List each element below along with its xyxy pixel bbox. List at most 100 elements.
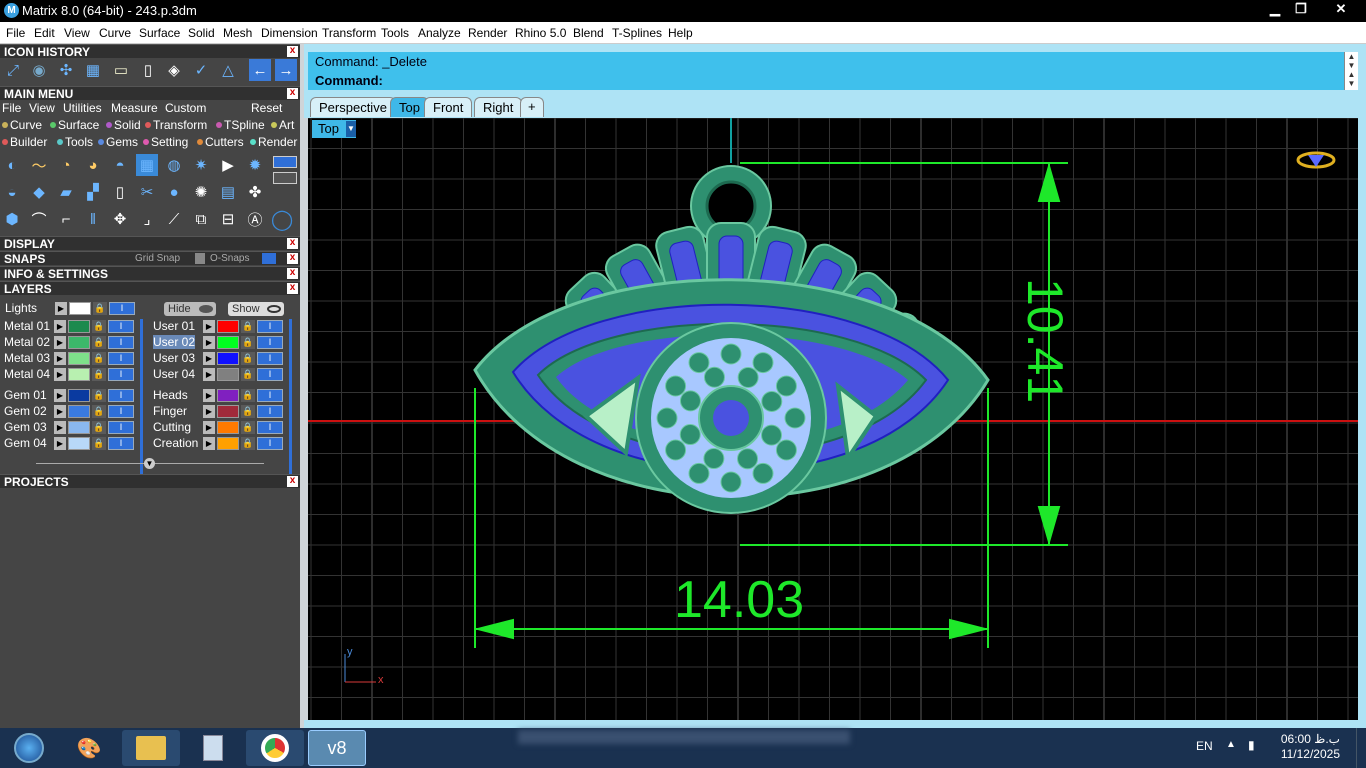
fillet-tool-icon[interactable]: ⌐ — [55, 208, 77, 230]
expand-arrow-icon[interactable]: ▶ — [203, 368, 215, 381]
circle-tool-icon[interactable]: ◯ — [271, 208, 293, 231]
layer-color-swatch[interactable] — [68, 336, 90, 349]
layer-name[interactable]: Gem 04 — [4, 436, 47, 450]
dropdown-arrow-icon[interactable]: ▼ — [346, 121, 356, 137]
main-menu-header[interactable]: MAIN MENU x — [0, 86, 300, 101]
move-tool-icon[interactable]: ✥ — [109, 208, 131, 230]
close-icon[interactable]: x — [287, 238, 298, 249]
layer-color-swatch[interactable] — [68, 421, 90, 434]
panel-splitter[interactable] — [300, 44, 308, 728]
expand-arrow-icon[interactable]: ▶ — [203, 405, 215, 418]
show-desktop-button[interactable] — [1356, 728, 1366, 768]
menu-rhino[interactable]: Rhino 5.0 — [515, 26, 566, 40]
lock-icon[interactable]: 🔒 — [92, 320, 106, 333]
lock-icon[interactable]: 🔒 — [92, 352, 106, 365]
layer-color-swatch[interactable] — [68, 368, 90, 381]
lock-icon[interactable]: 🔒 — [241, 368, 255, 381]
layer-row[interactable]: Creation ▶ 🔒 I — [153, 436, 288, 451]
layer-row[interactable]: Gem 02 ▶ 🔒 I — [4, 404, 139, 419]
mm-file[interactable]: File — [2, 101, 21, 115]
layer-visibility-toggle[interactable]: I — [108, 320, 134, 333]
matrix-app-button[interactable]: v8 — [308, 730, 366, 766]
menu-surface[interactable]: Surface — [139, 26, 180, 40]
prong-tool-icon[interactable]: ✷ — [190, 154, 212, 176]
layer-color-swatch[interactable] — [217, 437, 239, 450]
tab-right[interactable]: Right — [474, 97, 523, 117]
snaps-header[interactable]: SNAPS Grid Snap O-Snaps x — [0, 251, 300, 266]
expand-arrow-icon[interactable]: ▶ — [54, 368, 66, 381]
menu-tools[interactable]: Tools — [381, 26, 409, 40]
explorer-button[interactable] — [122, 730, 180, 766]
layer-visibility-toggle[interactable]: I — [108, 421, 134, 434]
bezel-tool-icon[interactable]: ◒ — [1, 181, 23, 203]
cubes-tool-icon[interactable]: ⬢ — [1, 208, 23, 230]
layer-row[interactable]: Metal 04 ▶ 🔒 I — [4, 367, 139, 382]
layer-name[interactable]: User 04 — [153, 367, 195, 381]
line-tool-icon[interactable]: ⤢ — [2, 59, 24, 81]
chrome-button[interactable] — [246, 730, 304, 766]
cluster-tool-icon[interactable]: ✤ — [244, 181, 266, 203]
close-button[interactable]: ✕ — [1326, 0, 1356, 20]
layer-name[interactable]: Gem 01 — [4, 388, 47, 402]
mm-setting[interactable]: Setting — [143, 135, 188, 149]
matrix-logo-icon[interactable]: ◉ — [28, 59, 50, 81]
rail-tool-icon[interactable]: ◕ — [82, 154, 104, 176]
layer-visibility-toggle[interactable]: I — [257, 368, 283, 381]
expand-arrow-icon[interactable]: ▶ — [54, 389, 66, 402]
toggle-switch[interactable] — [273, 156, 297, 168]
sphere-tool-icon[interactable]: ● — [163, 181, 185, 203]
gem-cluster-icon[interactable]: ✣ — [55, 59, 77, 81]
icon-history-header[interactable]: ICON HISTORY x — [0, 44, 300, 59]
layer-color-swatch[interactable] — [68, 352, 90, 365]
menu-help[interactable]: Help — [668, 26, 693, 40]
menu-mesh[interactable]: Mesh — [223, 26, 252, 40]
layers-header[interactable]: LAYERS x — [0, 281, 300, 296]
expand-arrow-icon[interactable]: ▶ — [203, 352, 215, 365]
layer-row[interactable]: Metal 01 ▶ 🔒 I — [4, 319, 139, 334]
layer-color-swatch[interactable] — [68, 389, 90, 402]
menu-analyze[interactable]: Analyze — [418, 26, 461, 40]
tab-perspective[interactable]: Perspective — [310, 97, 396, 117]
collapse-icon[interactable]: ▼ — [144, 458, 155, 469]
grid-snap-toggle[interactable]: Grid Snap — [135, 252, 180, 266]
layer-color-swatch[interactable] — [69, 302, 91, 315]
layer-visibility-toggle[interactable]: I — [257, 389, 283, 402]
expand-arrow-icon[interactable]: ▶ — [203, 389, 215, 402]
mm-measure[interactable]: Measure — [111, 101, 158, 115]
lock-icon[interactable]: 🔒 — [92, 421, 106, 434]
minimize-button[interactable]: ▁ — [1262, 0, 1288, 20]
close-icon[interactable]: x — [287, 268, 298, 279]
layer-color-swatch[interactable] — [68, 320, 90, 333]
start-button[interactable] — [2, 730, 56, 766]
back-arrow-icon[interactable]: ← — [249, 59, 271, 81]
mm-surface[interactable]: Surface — [50, 118, 99, 132]
ungroup-tool-icon[interactable]: ⊟ — [217, 208, 239, 230]
expand-arrow-icon[interactable]: ▶ — [54, 320, 66, 333]
paint-app-button[interactable]: 🎨 — [60, 730, 118, 766]
expand-arrow-icon[interactable]: ▶ — [203, 320, 215, 333]
command-scrollbar[interactable]: ▲ ▼ ▲ ▼ — [1344, 52, 1358, 90]
sweep-tool-icon[interactable]: ◔ — [55, 154, 77, 176]
layer-name[interactable]: Metal 04 — [4, 367, 50, 381]
layer-row[interactable]: Gem 04 ▶ 🔒 I — [4, 436, 139, 451]
mm-view[interactable]: View — [29, 101, 55, 115]
layer-row[interactable]: Finger ▶ 🔒 I — [153, 404, 288, 419]
info-settings-header[interactable]: INFO & SETTINGS x — [0, 266, 300, 281]
check-tool-icon[interactable]: ✓ — [190, 59, 212, 81]
calculator-button[interactable] — [184, 730, 242, 766]
menu-curve[interactable]: Curve — [99, 26, 131, 40]
layer-row[interactable]: Gem 03 ▶ 🔒 I — [4, 420, 139, 435]
viewport-label[interactable]: Top ▼ — [312, 120, 356, 138]
diamond-icon[interactable]: ◆ — [28, 181, 50, 203]
layer-name[interactable]: Heads — [153, 388, 188, 402]
hide-button[interactable]: Hide — [164, 302, 216, 316]
layer-visibility-toggle[interactable]: I — [108, 352, 134, 365]
gear-icon[interactable]: ✹ — [244, 154, 266, 176]
layer-color-swatch[interactable] — [68, 405, 90, 418]
menu-blend[interactable]: Blend — [573, 26, 604, 40]
close-icon[interactable]: x — [287, 283, 298, 294]
menu-dimension[interactable]: Dimension — [261, 26, 318, 40]
language-indicator[interactable]: EN — [1196, 739, 1213, 753]
surface-tool-icon[interactable]: ◐ — [1, 154, 23, 176]
layer-name[interactable]: Cutting — [153, 420, 191, 434]
